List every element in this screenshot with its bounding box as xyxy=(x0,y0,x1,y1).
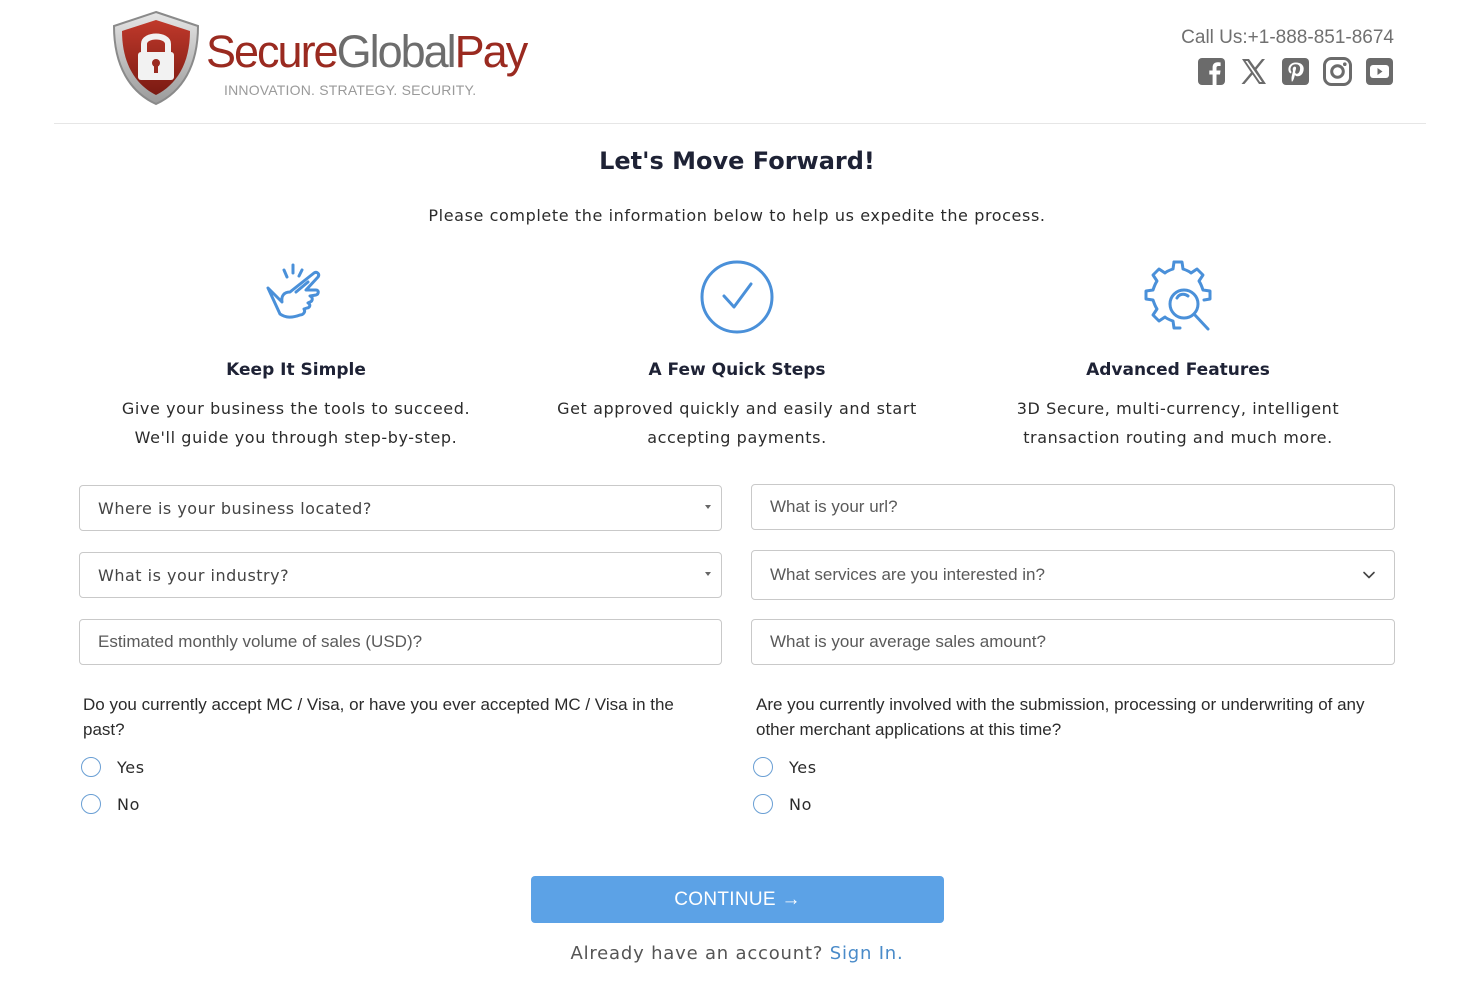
question-accept-mc-visa: Do you currently accept MC / Visa, or ha… xyxy=(83,695,674,739)
caret-down-icon xyxy=(705,505,711,509)
check-circle-icon xyxy=(697,256,777,336)
monthly-volume-input[interactable] xyxy=(79,619,722,665)
header-divider xyxy=(54,123,1426,124)
logo-wordmark: SecureGlobalPay xyxy=(206,26,528,77)
gear-search-icon xyxy=(1138,256,1218,336)
radio-button[interactable] xyxy=(753,794,773,814)
logo-tagline: INNOVATION. STRATEGY. SECURITY. xyxy=(224,82,477,98)
page-title: Let's Move Forward! xyxy=(599,147,875,175)
feature-description: Get approved quickly and easily and star… xyxy=(557,399,917,447)
sign-in-prompt: Already have an account? Sign In. xyxy=(570,943,904,964)
call-us-phone[interactable]: Call Us:+1-888-851-8674 xyxy=(1181,27,1394,49)
caret-down-icon xyxy=(705,572,711,576)
radio-q2-yes[interactable]: Yes xyxy=(753,757,817,777)
facebook-icon[interactable] xyxy=(1197,57,1226,86)
feature-title: Keep It Simple xyxy=(226,360,366,380)
feature-title: A Few Quick Steps xyxy=(648,360,826,380)
question-other-merchant-apps: Are you currently involved with the subm… xyxy=(756,695,1365,739)
feature-description: 3D Secure, multi-currency, intelligent t… xyxy=(1016,399,1340,447)
site-header: SecureGlobalPay INNOVATION. STRATEGY. SE… xyxy=(0,0,1480,124)
sign-in-link[interactable]: Sign In. xyxy=(830,943,904,964)
business-location-select[interactable]: Where is your business located? xyxy=(79,485,722,531)
feature-advanced-features: Advanced Features 3D Secure, multi-curre… xyxy=(958,256,1398,452)
radio-button[interactable] xyxy=(81,794,101,814)
youtube-icon[interactable] xyxy=(1365,57,1394,86)
radio-button[interactable] xyxy=(753,757,773,777)
radio-q1-yes[interactable]: Yes xyxy=(81,757,145,777)
x-twitter-icon[interactable] xyxy=(1239,57,1268,86)
url-field[interactable] xyxy=(770,497,1376,517)
shield-lock-icon xyxy=(112,10,200,106)
radio-button[interactable] xyxy=(81,757,101,777)
feature-description: Give your business the tools to succeed.… xyxy=(121,399,471,447)
chevron-down-icon xyxy=(1362,568,1376,582)
radio-q2-no[interactable]: No xyxy=(753,794,812,814)
radio-q1-no[interactable]: No xyxy=(81,794,140,814)
monthly-volume-field[interactable] xyxy=(98,632,703,652)
instagram-icon[interactable] xyxy=(1323,57,1352,86)
page-subtitle: Please complete the information below to… xyxy=(428,206,1046,225)
feature-few-quick-steps: A Few Quick Steps Get approved quickly a… xyxy=(517,256,957,452)
feature-title: Advanced Features xyxy=(1086,360,1270,380)
pinterest-icon[interactable] xyxy=(1281,57,1310,86)
average-sale-field[interactable] xyxy=(770,632,1376,652)
services-select[interactable]: What services are you interested in? xyxy=(751,550,1395,600)
url-input[interactable] xyxy=(751,484,1395,530)
industry-select[interactable]: What is your industry? xyxy=(79,552,722,598)
feature-keep-it-simple: Keep It Simple Give your business the to… xyxy=(76,256,516,452)
continue-button[interactable]: CONTINUE → xyxy=(531,876,944,923)
social-links xyxy=(1197,57,1394,86)
logo[interactable]: SecureGlobalPay INNOVATION. STRATEGY. SE… xyxy=(108,8,528,112)
pointing-hand-icon xyxy=(256,256,336,336)
average-sale-input[interactable] xyxy=(751,619,1395,665)
